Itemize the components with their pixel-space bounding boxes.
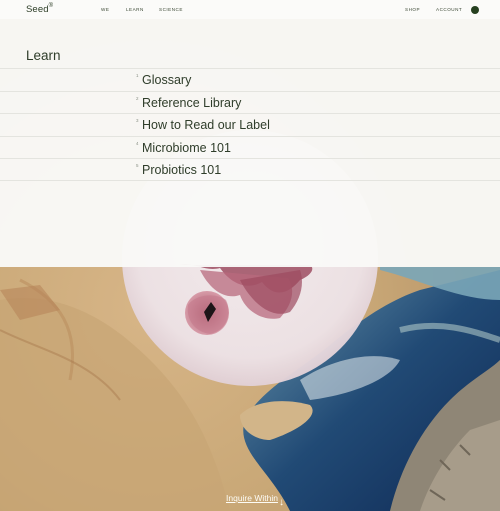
menu-item-number: 1 [136, 73, 139, 78]
menu-item-label: Probiotics 101 [142, 163, 222, 178]
menu-item-label: Reference Library [142, 95, 242, 110]
nav-account[interactable]: ACCOUNT [436, 7, 462, 12]
top-nav-bar: Seed® WE LEARN SCIENCE SHOP ACCOUNT [0, 0, 500, 19]
menu-item-label: Microbiome 101 [142, 140, 231, 155]
menu-item-microbiome-101[interactable]: 4 Microbiome 101 [0, 135, 500, 159]
nav-we[interactable]: WE [101, 7, 109, 12]
menu-item-number: 4 [136, 140, 139, 146]
inquire-within-link[interactable]: Inquire Within [226, 493, 278, 503]
menu-item-reference-library[interactable]: 2 Reference Library [0, 90, 500, 114]
menu-item-number: 2 [136, 95, 139, 101]
panel-title: Learn [26, 48, 61, 63]
arrow-down-icon[interactable]: ↓ [279, 497, 284, 508]
nav-learn[interactable]: LEARN [126, 7, 144, 12]
logo-mark: ® [48, 3, 54, 9]
menu-item-label: How to Read our Label [142, 118, 270, 133]
nav-science[interactable]: SCIENCE [159, 7, 183, 12]
menu-item-label: Glossary [142, 73, 192, 87]
nav-shop[interactable]: SHOP [405, 7, 420, 12]
menu-item-number: 5 [136, 163, 139, 169]
menu-item-number: 3 [136, 118, 139, 124]
seed-logo[interactable]: Seed® [26, 3, 54, 16]
menu-item-glossary[interactable]: 1 Glossary [0, 68, 500, 91]
learn-menu-list: 1 Glossary 2 Reference Library 3 How to … [0, 68, 500, 181]
learn-dropdown-panel: Learn 1 Glossary 2 Reference Library 3 H… [0, 19, 500, 267]
cart-icon[interactable] [471, 6, 479, 14]
menu-item-probiotics-101[interactable]: 5 Probiotics 101 [0, 158, 500, 181]
menu-item-read-label[interactable]: 3 How to Read our Label [0, 113, 500, 136]
logo-text: Seed [26, 4, 49, 16]
